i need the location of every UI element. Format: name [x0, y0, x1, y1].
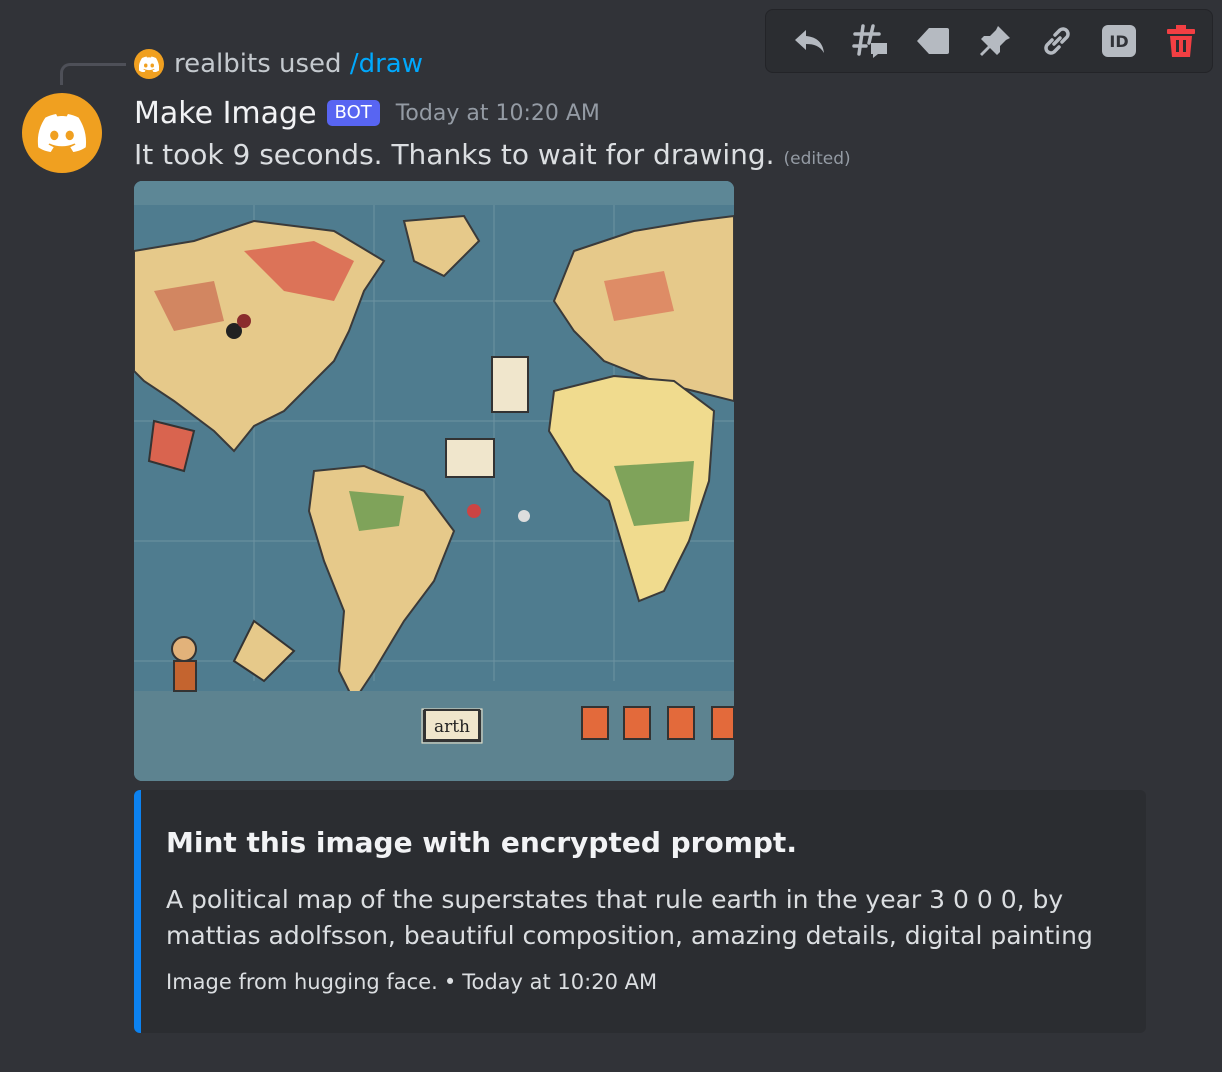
trash-icon — [1167, 25, 1195, 57]
id-icon: ID — [1102, 25, 1136, 57]
message-content: It took 9 seconds. Thanks to wait for dr… — [134, 138, 851, 171]
reply-command[interactable]: /draw — [350, 49, 423, 79]
author-name[interactable]: Make Image — [134, 96, 317, 131]
discord-logo-icon — [139, 56, 159, 72]
reply-username[interactable]: realbits — [174, 49, 271, 79]
author-avatar[interactable] — [22, 93, 102, 173]
reply-context[interactable]: realbits used /draw — [134, 46, 423, 82]
message-header: Make Image BOT Today at 10:20 AM — [134, 92, 600, 134]
reply-button[interactable] — [778, 9, 840, 73]
reply-avatar[interactable] — [134, 49, 164, 79]
pin-icon — [980, 26, 1010, 56]
svg-text:ID: ID — [1109, 32, 1128, 51]
pin-button[interactable] — [964, 9, 1026, 73]
apps-button[interactable] — [902, 9, 964, 73]
bot-badge: BOT — [326, 100, 380, 126]
tag-icon — [917, 28, 949, 54]
embed-footer: Image from hugging face. • Today at 10:20 … — [166, 970, 657, 994]
message-actions-toolbar: ID — [765, 9, 1213, 73]
embed-card: Mint this image with encrypted prompt. A… — [134, 790, 1146, 1033]
embed-footer-text: Image from hugging face. — [166, 970, 438, 994]
edited-label: (edited) — [783, 149, 851, 169]
copy-link-button[interactable] — [1026, 9, 1088, 73]
footer-separator: • — [443, 970, 457, 994]
embed-description: A political map of the superstates that … — [166, 885, 1093, 950]
reply-spine — [60, 63, 126, 85]
reply-used-text: used — [279, 49, 342, 79]
image-attachment[interactable]: arth — [134, 181, 734, 781]
map-label-text: arth — [434, 717, 470, 737]
delete-button[interactable] — [1150, 9, 1212, 73]
reply-icon — [795, 30, 824, 53]
message-timestamp[interactable]: Today at 10:20 AM — [396, 101, 600, 126]
world-map-image: arth — [134, 181, 734, 781]
copy-id-button[interactable]: ID — [1088, 9, 1150, 73]
link-icon — [1044, 27, 1070, 55]
message-text: It took 9 seconds. Thanks to wait for dr… — [134, 138, 775, 171]
embed-title: Mint this image with encrypted prompt. — [166, 826, 797, 859]
embed-footer-time: Today at 10:20 AM — [462, 970, 658, 994]
create-thread-icon — [852, 24, 887, 58]
discord-logo-icon — [37, 114, 87, 152]
create-thread-button[interactable] — [840, 9, 902, 73]
